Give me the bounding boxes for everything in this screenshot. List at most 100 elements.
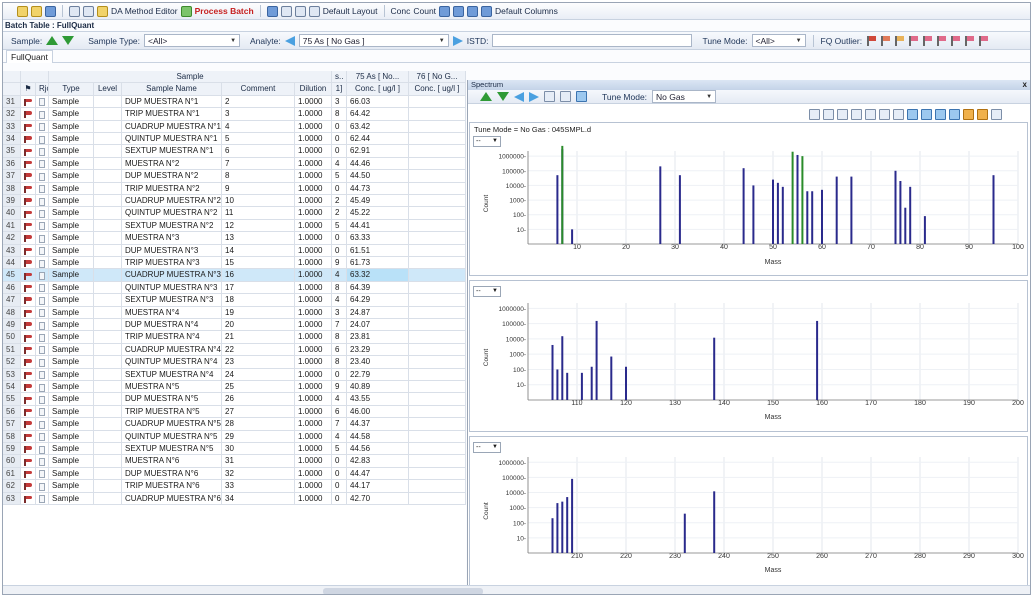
outlier-flag-icon-3[interactable] — [894, 35, 905, 46]
checkbox[interactable] — [39, 433, 45, 442]
checkbox[interactable] — [39, 334, 45, 343]
checkbox[interactable] — [39, 123, 45, 132]
checkbox[interactable] — [39, 458, 45, 467]
trunc-cell[interactable]: 0 — [332, 455, 347, 467]
row-number[interactable]: 39 — [3, 195, 21, 207]
comment-cell[interactable]: 15 — [222, 257, 295, 269]
sample-name-cell[interactable]: DUP MUESTRA N°4 — [122, 319, 222, 331]
outlier-flag-icon-9[interactable] — [978, 35, 989, 46]
checkbox[interactable] — [39, 296, 45, 305]
checkbox[interactable] — [39, 259, 45, 268]
level-cell[interactable] — [94, 157, 122, 170]
reject-checkbox[interactable] — [36, 232, 49, 244]
reject-checkbox[interactable] — [36, 281, 49, 294]
sample-name-cell[interactable]: TRIP MUESTRA N°1 — [122, 108, 222, 120]
reject-checkbox[interactable] — [36, 356, 49, 368]
conc-76-cell[interactable] — [409, 257, 466, 269]
type-cell[interactable]: Sample — [49, 145, 94, 157]
type-cell[interactable]: Sample — [49, 157, 94, 170]
sample-name-cell[interactable]: TRIP MUESTRA N°6 — [122, 480, 222, 492]
autoscale-icon[interactable] — [837, 108, 848, 120]
reject-checkbox[interactable] — [36, 95, 49, 108]
trunc-cell[interactable]: 0 — [332, 244, 347, 256]
trunc-cell[interactable]: 4 — [332, 269, 347, 281]
outlier-flag-icon-1[interactable] — [866, 35, 877, 46]
comment-cell[interactable]: 14 — [222, 244, 295, 256]
level-cell[interactable] — [94, 418, 122, 430]
conc-as-cell[interactable]: 44.73 — [347, 182, 409, 194]
comment-cell[interactable]: 7 — [222, 157, 295, 170]
sample-type-select[interactable]: <All> ▼ — [144, 34, 241, 47]
checkbox[interactable] — [39, 172, 45, 181]
da-method-editor-button[interactable]: DA Method Editor — [111, 6, 178, 16]
row-number[interactable]: 31 — [3, 95, 21, 108]
row-number[interactable]: 34 — [3, 133, 21, 145]
row-number[interactable]: 40 — [3, 207, 21, 219]
table-row[interactable]: 36 Sample MUESTRA N°2 7 1.0000 4 44.46 — [3, 157, 466, 171]
sample-name-cell[interactable]: DUP MUESTRA N°5 — [122, 393, 222, 405]
level-cell[interactable] — [94, 269, 122, 281]
close-icon[interactable]: x — [1023, 80, 1027, 90]
conc-76-cell[interactable] — [409, 133, 466, 145]
next-sample-arrow-icon[interactable] — [62, 36, 75, 45]
level-cell[interactable] — [94, 207, 122, 219]
conc-as-cell[interactable]: 42.70 — [347, 492, 409, 504]
conc-76-cell[interactable] — [409, 207, 466, 219]
comment-cell[interactable]: 19 — [222, 306, 295, 318]
table-row[interactable]: 34 Sample QUINTUP MUESTRA N°1 5 1.0000 0 62.44 — [3, 133, 466, 146]
level-cell[interactable] — [94, 443, 122, 455]
method-editor-icon[interactable] — [97, 5, 108, 17]
type-cell[interactable]: Sample — [49, 133, 94, 145]
row-number[interactable]: 48 — [3, 306, 21, 318]
row-number[interactable]: 60 — [3, 455, 21, 467]
export-icon[interactable] — [83, 5, 94, 17]
sample-name-cell[interactable]: MUESTRA N°2 — [122, 157, 222, 170]
dilution-cell[interactable]: 1.0000 — [295, 368, 332, 380]
conc-76-cell[interactable] — [409, 195, 466, 207]
layout-window-icon[interactable] — [294, 5, 306, 17]
trunc-cell[interactable]: 6 — [332, 405, 347, 418]
type-cell[interactable]: Sample — [49, 368, 94, 380]
row-number-selected[interactable]: 45 — [3, 269, 21, 281]
conc-as-cell[interactable]: 62.44 — [347, 133, 409, 145]
outlier-flag-icon-7[interactable] — [950, 35, 961, 46]
sample-name-cell[interactable]: MUESTRA N°6 — [122, 455, 222, 467]
table-row[interactable]: 57 Sample CUADRUP MUESTRA N°5 28 1.0000 7 44.3… — [3, 418, 466, 431]
conc-as-cell[interactable]: 44.37 — [347, 418, 409, 430]
reject-checkbox[interactable] — [36, 257, 49, 269]
trunc-cell[interactable]: 2 — [332, 207, 347, 219]
comment-cell[interactable]: 26 — [222, 393, 295, 405]
type-cell[interactable]: Sample — [49, 182, 94, 194]
zoom-y-icon[interactable] — [823, 108, 834, 120]
sample-name-cell[interactable]: DUP MUESTRA N°3 — [122, 244, 222, 256]
comment-cell[interactable]: 25 — [222, 381, 295, 393]
row-number[interactable]: 49 — [3, 319, 21, 331]
comment-cell[interactable]: 23 — [222, 356, 295, 368]
row-number[interactable]: 59 — [3, 443, 21, 455]
sample-name-cell[interactable]: CUADRUP MUESTRA N°2 — [122, 195, 222, 207]
conc-76-cell[interactable] — [409, 306, 466, 318]
table-row[interactable]: 37 Sample DUP MUESTRA N°2 8 1.0000 5 44.50 — [3, 170, 466, 183]
conc-76-cell[interactable] — [409, 368, 466, 380]
level-cell[interactable] — [94, 480, 122, 492]
sample-name-cell[interactable]: CUADRUP MUESTRA N°6 — [122, 492, 222, 504]
row-number[interactable]: 38 — [3, 182, 21, 194]
row-number[interactable]: 35 — [3, 145, 21, 157]
sample-name-cell[interactable]: DUP MUESTRA N°2 — [122, 170, 222, 182]
comment-cell[interactable]: 3 — [222, 108, 295, 120]
conc-76-cell[interactable] — [409, 356, 466, 368]
conc-76-cell[interactable] — [409, 455, 466, 467]
checkbox[interactable] — [39, 371, 45, 380]
conc-76-cell[interactable] — [409, 443, 466, 455]
dilution-cell[interactable]: 1.0000 — [295, 182, 332, 194]
level-cell[interactable] — [94, 381, 122, 393]
dilution-cell[interactable]: 1.0000 — [295, 281, 332, 294]
reject-checkbox[interactable] — [36, 182, 49, 194]
checkbox[interactable] — [39, 234, 45, 243]
comment-cell[interactable]: 22 — [222, 343, 295, 356]
comment-cell[interactable]: 11 — [222, 207, 295, 219]
trunc-cell[interactable]: 0 — [332, 480, 347, 492]
reject-checkbox[interactable] — [36, 480, 49, 492]
outlier-flag-icon-2[interactable] — [880, 35, 891, 46]
trunc-cell[interactable]: 8 — [332, 356, 347, 368]
